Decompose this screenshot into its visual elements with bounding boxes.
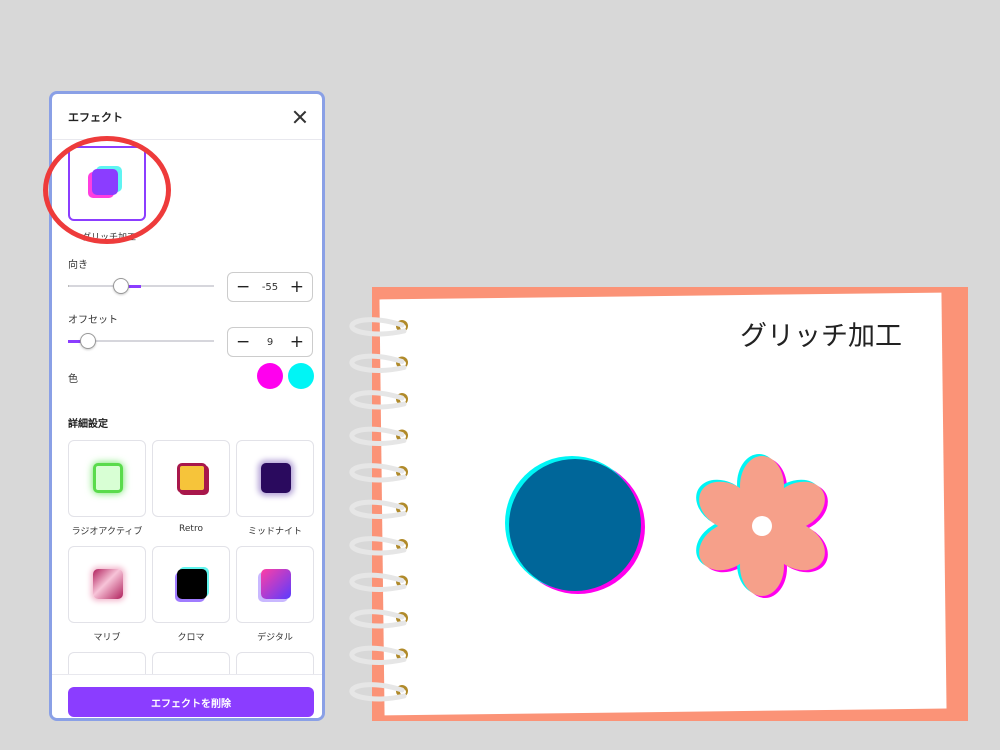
direction-stepper[interactable]: − -55 + bbox=[227, 272, 313, 302]
direction-slider-knob[interactable] bbox=[113, 278, 129, 294]
panel-title: エフェクト bbox=[68, 110, 123, 124]
offset-slider[interactable] bbox=[68, 333, 214, 349]
magenta-color-swatch[interactable] bbox=[257, 363, 283, 389]
preset-radioactive[interactable] bbox=[68, 440, 146, 517]
digital-preset-icon bbox=[261, 569, 291, 599]
preset-midnight[interactable] bbox=[236, 440, 314, 517]
malibu-preset-icon bbox=[93, 569, 123, 599]
page-title-text[interactable]: グリッチ加工 bbox=[740, 314, 902, 353]
direction-decrement-button[interactable]: − bbox=[236, 278, 250, 296]
midnight-preset-icon bbox=[261, 463, 291, 493]
offset-decrement-button[interactable]: − bbox=[236, 333, 250, 351]
preset-digital[interactable] bbox=[236, 546, 314, 623]
glitch-effect-icon bbox=[88, 166, 122, 200]
direction-slider[interactable] bbox=[68, 278, 214, 294]
preset-chroma[interactable] bbox=[152, 546, 230, 623]
preset-label: Retro bbox=[179, 524, 203, 534]
preset-malibu[interactable] bbox=[68, 546, 146, 623]
preset-label: クロマ bbox=[177, 633, 205, 643]
panel-header: エフェクト bbox=[52, 94, 322, 140]
advanced-settings-title: 詳細設定 bbox=[68, 419, 108, 430]
preset-label: デジタル bbox=[257, 633, 293, 643]
offset-increment-button[interactable]: + bbox=[290, 333, 304, 351]
direction-increment-button[interactable]: + bbox=[290, 278, 304, 296]
notebook-page[interactable] bbox=[379, 292, 947, 716]
chroma-preset-icon bbox=[177, 569, 207, 599]
cyan-color-swatch[interactable] bbox=[288, 363, 314, 389]
effects-panel: エフェクト グリッチ加工 向き − -55 + オフセット − 9 + 色 詳細… bbox=[49, 91, 325, 721]
glitch-effect-label: グリッチ加工 bbox=[81, 233, 136, 243]
radioactive-preset-icon bbox=[93, 463, 123, 493]
delete-effect-button[interactable]: エフェクトを削除 bbox=[68, 687, 314, 717]
close-icon[interactable] bbox=[292, 109, 308, 125]
offset-label: オフセット bbox=[68, 315, 118, 326]
offset-stepper[interactable]: − 9 + bbox=[227, 327, 313, 357]
direction-label: 向き bbox=[68, 260, 88, 271]
color-label: 色 bbox=[68, 374, 78, 385]
preset-label: ラジオアクティブ bbox=[71, 527, 143, 537]
retro-preset-icon bbox=[177, 463, 207, 493]
preset-label: マリブ bbox=[93, 633, 121, 643]
preset-retro[interactable] bbox=[152, 440, 230, 517]
preset-label: ミッドナイト bbox=[247, 527, 302, 537]
offset-slider-knob[interactable] bbox=[80, 333, 96, 349]
direction-value[interactable]: -55 bbox=[262, 282, 278, 293]
offset-value[interactable]: 9 bbox=[267, 337, 273, 348]
glitch-effect-tile[interactable] bbox=[68, 146, 146, 221]
